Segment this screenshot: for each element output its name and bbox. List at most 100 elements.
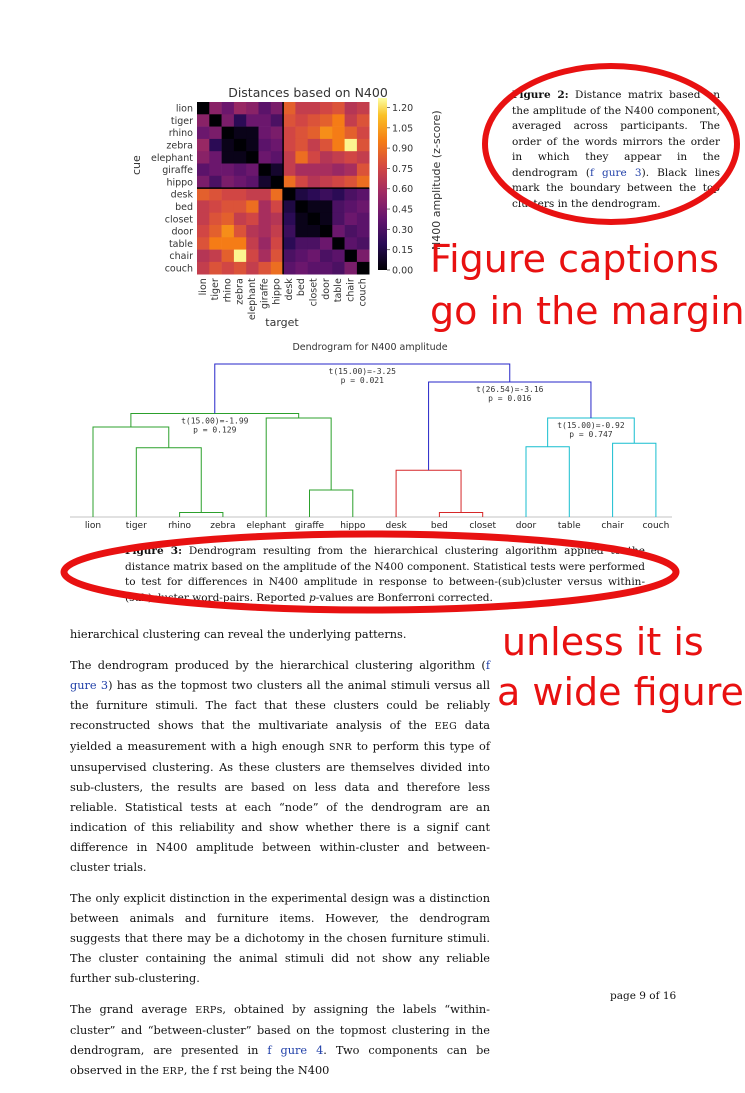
annotation-wide: unless it is a wide figure xyxy=(497,617,744,717)
heatmap-col-label: table xyxy=(333,278,344,302)
heatmap-cell xyxy=(307,102,321,115)
annotation-margin-line-1: Figure captions xyxy=(430,237,719,281)
heatmap-cell xyxy=(270,126,284,140)
heatmap-cell xyxy=(197,102,210,115)
heatmap-row-label: desk xyxy=(171,190,194,201)
heatmap-cell xyxy=(332,200,345,213)
heatmap-cell xyxy=(246,126,259,140)
heatmap-cell xyxy=(332,175,345,189)
heatmap-cell xyxy=(270,261,284,275)
heatmap-cell xyxy=(221,114,235,127)
heatmap-row-label: rhino xyxy=(169,128,193,139)
heatmap-cell xyxy=(307,237,321,250)
heatmap-col-label: desk xyxy=(284,278,295,301)
heatmap-cell xyxy=(258,200,272,213)
heatmap-cell xyxy=(295,249,308,263)
heatmap-cell xyxy=(246,225,259,238)
heatmap-cell xyxy=(344,249,358,263)
heatmap-cell xyxy=(307,163,321,177)
heatmap-cell xyxy=(332,126,345,140)
node-stat-label: t(15.00)=-3.25 xyxy=(329,367,397,376)
heatmap-cell xyxy=(246,249,259,263)
heatmap-cell xyxy=(221,102,235,115)
link-rhino-zebra xyxy=(179,512,224,517)
heatmap-cell xyxy=(197,188,210,201)
heatmap-col-label: rhino xyxy=(222,278,233,302)
heatmap-row-label: bed xyxy=(175,202,193,213)
heatmap-cell xyxy=(233,151,247,164)
heatmap-cell xyxy=(258,114,272,127)
heatmap-cell xyxy=(233,114,247,127)
heatmap-cell xyxy=(246,102,259,115)
heatmap-cell xyxy=(356,163,370,177)
heatmap-cell xyxy=(320,126,333,140)
heatmap-cell xyxy=(258,212,272,226)
heatmap-cell xyxy=(295,261,308,275)
heatmap-cell xyxy=(283,151,296,164)
heatmap-cell xyxy=(258,102,272,115)
heatmap-cell xyxy=(221,225,235,238)
figure-4-ref-link[interactable]: f gure 4 xyxy=(267,1044,323,1057)
paragraph-1: hierarchical clustering can reveal the u… xyxy=(70,628,407,641)
heatmap-cell xyxy=(356,102,370,115)
paragraph-2: The dendrogram produced by the hierarchi… xyxy=(70,659,490,874)
heatmap-cell xyxy=(246,237,259,250)
heatmap-cell xyxy=(344,114,358,127)
heatmap-cell xyxy=(246,175,259,189)
colorbar-tick-label: 1.05 xyxy=(392,123,413,134)
heatmap-cell xyxy=(283,175,296,189)
heatmap-cell xyxy=(209,163,222,177)
heatmap-cell xyxy=(233,237,247,250)
heatmap-cell xyxy=(233,188,247,201)
heatmap-cell xyxy=(320,114,333,127)
colorbar-tick-label: 0.30 xyxy=(392,225,413,236)
heatmap-row-label: closet xyxy=(165,214,193,225)
heatmap-cell xyxy=(320,261,333,275)
heatmap-cell xyxy=(356,200,370,213)
heatmap-cell xyxy=(356,138,370,152)
heatmap-cell xyxy=(197,237,210,250)
annotation-margin-line-2: go in the margin xyxy=(430,289,745,333)
heatmap-cell xyxy=(307,138,321,152)
heatmap-cell xyxy=(258,225,272,238)
heatmap-cell xyxy=(209,237,222,250)
heatmap-cell xyxy=(270,102,284,115)
heatmap-cell xyxy=(320,249,333,263)
node-stat-label: t(15.00)=-1.99 xyxy=(181,417,249,426)
heatmap-row-label: table xyxy=(169,239,193,250)
dendrogram-title: Dendrogram for N400 amplitude xyxy=(292,342,448,353)
heatmap-cell xyxy=(270,225,284,238)
heatmap-cell xyxy=(209,249,222,263)
heatmap-cell xyxy=(344,138,358,152)
page-number: page 9 of 16 xyxy=(610,990,677,1002)
heatmap-cell xyxy=(356,126,370,140)
link-desk-bc xyxy=(395,469,462,517)
heatmap-cell xyxy=(221,249,235,263)
colorbar-tick-label: 0.75 xyxy=(392,164,413,175)
heatmap-col-label: closet xyxy=(309,278,320,306)
heatmap-cell xyxy=(320,151,333,164)
heatmap-cell xyxy=(209,175,222,189)
colorbar-tick-label: 1.20 xyxy=(392,103,413,114)
heatmap-cell xyxy=(344,151,358,164)
heatmap-col-label: tiger xyxy=(210,278,221,300)
heatmap-cell xyxy=(344,200,358,213)
heatmap-col-label: elephant xyxy=(247,278,258,320)
heatmap-cell xyxy=(197,225,210,238)
heatmap-cell xyxy=(221,261,235,275)
heatmap-cell xyxy=(197,249,210,263)
heatmap-cell xyxy=(356,175,370,189)
heatmap-cell xyxy=(307,200,321,213)
heatmap-cell xyxy=(307,126,321,140)
heatmap-cell xyxy=(270,163,284,177)
heatmap-cell xyxy=(332,249,345,263)
heatmap-col-label: couch xyxy=(358,278,369,306)
heatmap-cell xyxy=(221,151,235,164)
heatmap-cell xyxy=(246,261,259,275)
node-p-label: p = 0.747 xyxy=(569,430,613,439)
heatmap-row-label: elephant xyxy=(151,153,193,164)
heatmap-cell xyxy=(221,175,235,189)
node-p-label: p = 0.021 xyxy=(341,376,385,385)
colorbar xyxy=(378,98,387,270)
heatmap-cell xyxy=(258,175,272,189)
